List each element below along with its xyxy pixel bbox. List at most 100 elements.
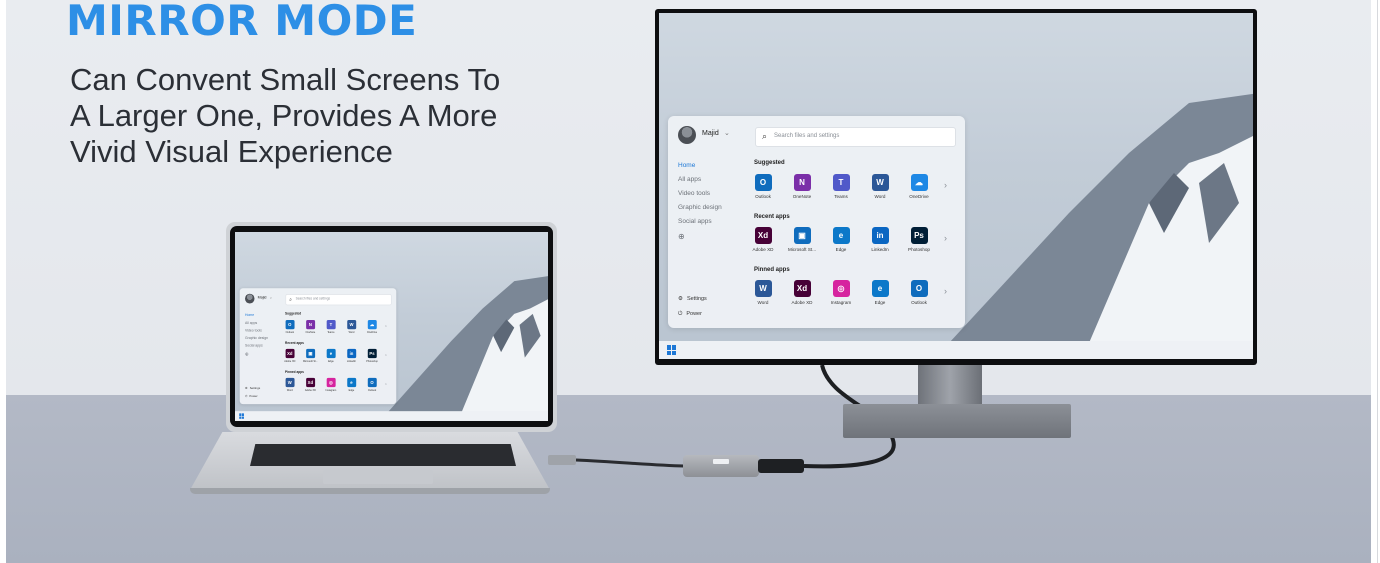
windows-start-icon[interactable] [239, 413, 244, 419]
linkedin-icon: in [871, 227, 889, 244]
photoshop-icon: Ps [910, 227, 928, 244]
app-onedrive[interactable]: ☁ OneDrive [363, 319, 381, 334]
monitor-screen: Majid ⌄ ⌕ Search files and settings Home… [659, 13, 1253, 359]
settings-item[interactable]: ⚙ Settings [245, 387, 260, 390]
app-label: Adobe XD [791, 300, 813, 305]
app-label: OneDrive [909, 194, 929, 199]
app-word[interactable]: W Word [746, 280, 780, 305]
chevron-right-icon[interactable]: › [944, 180, 947, 190]
chevron-right-icon[interactable]: › [944, 233, 947, 243]
nav-graphic-design[interactable]: Graphic design [678, 204, 722, 211]
app-outlook[interactable]: O Outlook [363, 377, 381, 392]
app-edge[interactable]: e Edge [342, 377, 360, 392]
nav-graphic-design[interactable]: Graphic design [245, 336, 268, 340]
chevron-right-icon[interactable]: › [944, 286, 947, 296]
app-outlook[interactable]: O Outlook [281, 319, 299, 334]
app-teams[interactable]: T Teams [824, 174, 858, 199]
app-adobe-xd[interactable]: Xd Adobe XD [301, 377, 319, 392]
app-teams[interactable]: T Teams [322, 319, 340, 334]
taskbar [235, 411, 548, 421]
microsoft-store-icon: ▣ [305, 348, 315, 359]
app-label: Instagram [830, 300, 852, 305]
nav-video-tools[interactable]: Video tools [678, 190, 710, 197]
app-edge[interactable]: e Edge [322, 348, 340, 363]
nav-home[interactable]: Home [245, 313, 254, 317]
add-icon[interactable]: ⊕ [678, 232, 685, 241]
app-onedrive[interactable]: ☁ OneDrive [902, 174, 936, 199]
app-label: Teams [834, 194, 848, 199]
outlook-icon: O [367, 377, 377, 388]
desktop-wallpaper: Majid ⌄ ⌕ Search files and settings Home… [235, 232, 548, 421]
add-icon[interactable]: ⊕ [245, 352, 249, 357]
app-outlook[interactable]: O Outlook [746, 174, 780, 199]
chevron-down-icon[interactable]: ⌄ [269, 295, 272, 300]
chevron-right-icon[interactable]: › [385, 381, 387, 386]
app-onenote[interactable]: N OneNote [301, 319, 319, 334]
laptop-screen: Majid ⌄ ⌕ Search files and settings Home… [235, 232, 548, 421]
onedrive-icon: ☁ [367, 319, 377, 330]
power-item[interactable]: ⏻ Power [678, 311, 702, 318]
word-icon: W [346, 319, 356, 330]
settings-item[interactable]: ⚙ Settings [678, 296, 707, 302]
search-input[interactable]: ⌕ Search files and settings [285, 294, 392, 306]
section-suggested: Suggested [754, 160, 785, 166]
app-instagram[interactable]: ◎ Instagram [322, 377, 340, 392]
avatar[interactable] [245, 293, 255, 304]
app-word[interactable]: W Word [863, 174, 897, 199]
outlook-icon: O [910, 280, 928, 297]
search-placeholder: Search files and settings [774, 133, 840, 139]
app-edge[interactable]: e Edge [824, 227, 858, 252]
chevron-right-icon[interactable]: › [385, 323, 387, 328]
app-word[interactable]: W Word [281, 377, 299, 392]
app-label: LinkedIn [871, 247, 889, 252]
user-name[interactable]: Majid [702, 130, 719, 137]
nav-social-apps[interactable]: Social apps [245, 344, 263, 348]
app-linkedin[interactable]: in LinkedIn [863, 227, 897, 252]
app-photoshop[interactable]: Ps Photoshop [363, 348, 381, 363]
app-microsoft-store[interactable]: ▣ Microsoft St... [301, 348, 319, 363]
nav-social-apps[interactable]: Social apps [678, 218, 712, 225]
app-instagram[interactable]: ◎ Instagram [824, 280, 858, 305]
app-word[interactable]: W Word [342, 319, 360, 334]
edge-icon: e [326, 348, 336, 359]
photoshop-icon: Ps [367, 348, 377, 359]
user-name[interactable]: Majid [258, 296, 267, 300]
nav-home[interactable]: Home [678, 162, 695, 169]
app-label: Word [286, 388, 293, 392]
app-edge[interactable]: e Edge [863, 280, 897, 305]
app-label: OneNote [305, 330, 316, 334]
app-linkedin[interactable]: in LinkedIn [342, 348, 360, 363]
search-placeholder: Search files and settings [295, 297, 331, 301]
microsoft-store-icon: ▣ [793, 227, 811, 244]
nav-all-apps[interactable]: All apps [245, 321, 257, 325]
linkedin-icon: in [346, 348, 356, 359]
app-outlook[interactable]: O Outlook [902, 280, 936, 305]
avatar[interactable] [678, 126, 696, 144]
onedrive-icon: ☁ [910, 174, 928, 191]
chevron-right-icon[interactable]: › [385, 352, 387, 357]
start-menu: Majid ⌄ ⌕ Search files and settings Home… [239, 288, 397, 405]
app-onenote[interactable]: N OneNote [785, 174, 819, 199]
app-label: Edge [874, 300, 886, 305]
app-label: Outlook [285, 330, 294, 334]
laptop-base-edge [190, 488, 550, 494]
teams-icon: T [832, 174, 850, 191]
power-label: Power [686, 311, 702, 317]
app-photoshop[interactable]: Ps Photoshop [902, 227, 936, 252]
app-label: OneNote [792, 194, 812, 199]
app-adobe-xd[interactable]: Xd Adobe XD [785, 280, 819, 305]
hdmi-plug [758, 459, 804, 473]
power-item[interactable]: ⏻ Power [245, 395, 258, 399]
search-input[interactable]: ⌕ Search files and settings [755, 127, 956, 147]
nav-all-apps[interactable]: All apps [678, 176, 701, 183]
settings-label: Settings [686, 296, 707, 302]
app-adobe-xd[interactable]: Xd Adobe XD [281, 348, 299, 363]
section-suggested: Suggested [285, 312, 302, 316]
windows-start-icon[interactable] [667, 345, 677, 355]
app-adobe-xd[interactable]: Xd Adobe XD [746, 227, 780, 252]
instagram-icon: ◎ [326, 377, 336, 388]
app-microsoft-store[interactable]: ▣ Microsoft St... [785, 227, 819, 252]
nav-video-tools[interactable]: Video tools [245, 329, 262, 333]
chevron-down-icon[interactable]: ⌄ [724, 129, 730, 137]
app-label: Adobe XD [752, 247, 774, 252]
